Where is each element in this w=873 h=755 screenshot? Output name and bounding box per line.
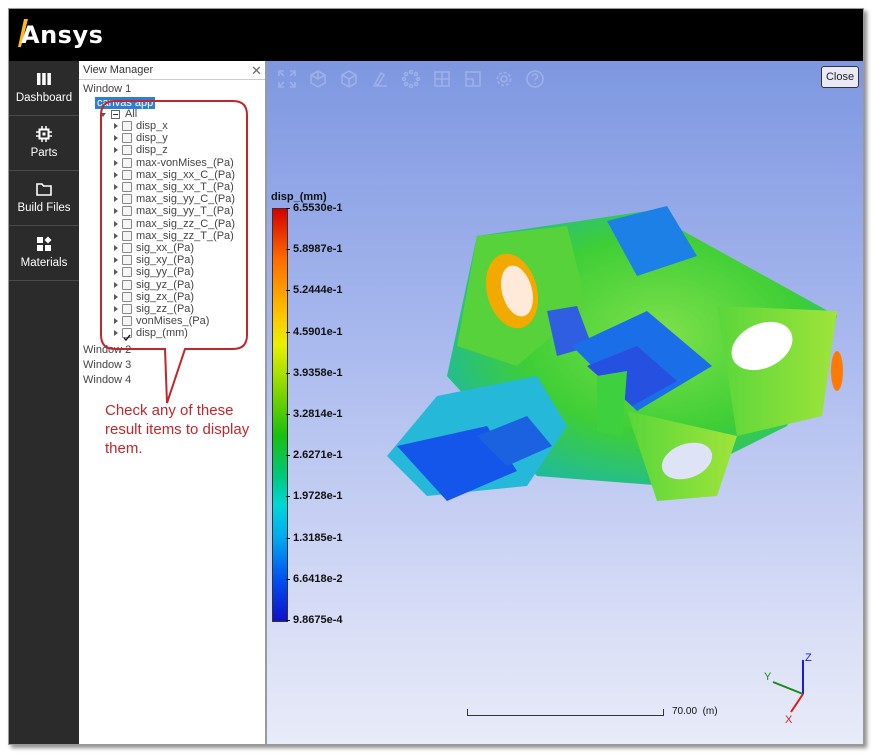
part-model[interactable]: [367, 196, 847, 586]
brand-logo: Ansys: [21, 21, 104, 49]
legend-tick-label: 6.5530e-1: [286, 202, 343, 214]
fit-view-icon[interactable]: [277, 69, 297, 89]
grid-layout-icon[interactable]: [432, 69, 452, 89]
sidebar-item-label: Parts: [30, 147, 58, 159]
sidebar-item-label: Build Files: [17, 202, 71, 214]
legend-tick-label: 1.9728e-1: [286, 490, 343, 503]
3d-viewport[interactable]: Close disp_(mm) 6.5530e-1 5.8987e-1 5.2444…: [267, 61, 863, 744]
sidebar-item-build-files[interactable]: Build Files: [9, 171, 79, 226]
annotation-text: Check any of these result items to displ…: [105, 402, 250, 457]
annotate-icon[interactable]: [370, 69, 390, 89]
sidebar-item-label: Materials: [20, 257, 68, 269]
sidebar-item-dashboard[interactable]: Dashboard: [9, 61, 79, 116]
view-manager-title: View Manager: [83, 64, 154, 76]
spinner-icon[interactable]: [401, 69, 421, 89]
axis-y-label: Y: [764, 671, 772, 683]
legend-tick-label: 4.5901e-1: [286, 325, 343, 338]
blocks-icon: [37, 236, 52, 251]
axis-x-label: X: [785, 714, 793, 726]
close-icon[interactable]: ✕: [251, 63, 262, 79]
bar-chart-icon: [37, 73, 51, 85]
app-window: Ansys Dashboard Parts Build Files Materi…: [8, 8, 864, 745]
scale-bar: [467, 709, 664, 716]
box-view-icon[interactable]: [339, 69, 359, 89]
legend-tick-label: 5.8987e-1: [286, 243, 343, 256]
legend-tick-label: 2.6271e-1: [286, 449, 343, 462]
settings-icon[interactable]: [494, 69, 514, 89]
top-bar: Ansys: [9, 9, 863, 61]
legend-tick-label: 6.6418e-2: [286, 572, 343, 585]
divider: [79, 79, 265, 80]
annotation-callout: [100, 100, 248, 404]
legend-tick-label: 5.2444e-1: [286, 284, 343, 297]
legend-tick-label: 3.9358e-1: [286, 366, 343, 379]
axis-triad: Z Y X: [764, 652, 812, 726]
tree-window-1[interactable]: Window 1: [83, 83, 131, 95]
sidebar-item-label: Dashboard: [15, 92, 73, 104]
close-button[interactable]: Close: [821, 66, 859, 88]
axis-z-label: Z: [805, 652, 812, 664]
iso-view-icon[interactable]: [308, 69, 328, 89]
sidebar: Dashboard Parts Build Files Materials: [9, 61, 79, 744]
legend-tick-label: 9.8675e-4: [286, 614, 343, 626]
legend-colorbar: [272, 208, 288, 622]
help-icon[interactable]: [525, 69, 545, 89]
legend-tick-label: 1.3185e-1: [286, 531, 343, 544]
sidebar-item-materials[interactable]: Materials: [9, 226, 79, 281]
chip-icon: [36, 126, 52, 142]
sidebar-item-parts[interactable]: Parts: [9, 116, 79, 171]
window-layout-icon[interactable]: [463, 69, 483, 89]
scale-bar-label: 70.00 (m): [672, 706, 718, 717]
folder-icon: [36, 183, 52, 196]
legend-tick-label: 3.2814e-1: [286, 408, 343, 420]
